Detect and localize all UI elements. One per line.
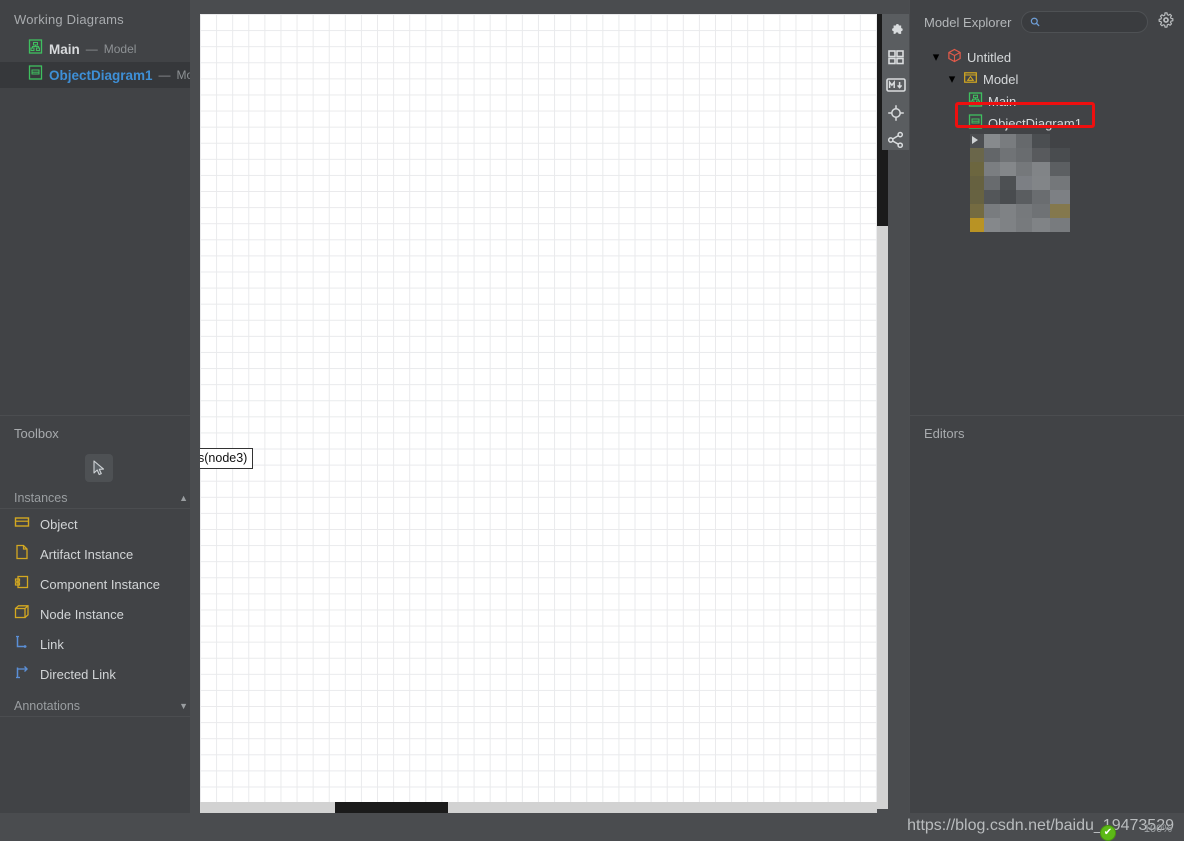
application-window: Working Diagrams Main — Model ObjectDiag… bbox=[0, 0, 1184, 841]
toolbox-section-instances[interactable]: Instances ▲ bbox=[0, 487, 200, 509]
zoom-level-label[interactable]: 100% bbox=[1144, 823, 1172, 835]
arrow-cursor-icon bbox=[93, 460, 105, 476]
editors-panel: Editors bbox=[910, 415, 1184, 785]
twisty-expanded-icon[interactable]: ▾ bbox=[930, 49, 942, 65]
diagram-canvas[interactable]: s(node3) bbox=[200, 14, 877, 809]
tree-node-model[interactable]: ▾ Model bbox=[910, 68, 1184, 90]
layout-grid-icon[interactable] bbox=[886, 48, 906, 68]
working-diagrams-title: Working Diagrams bbox=[14, 12, 124, 27]
canvas-node-label[interactable]: s(node3) bbox=[200, 448, 254, 469]
editors-title: Editors bbox=[924, 426, 965, 441]
tool-item-label: Node Instance bbox=[40, 606, 124, 622]
object-diagram-icon bbox=[28, 65, 43, 85]
working-diagram-dash: — bbox=[158, 68, 171, 82]
working-diagrams-list: Main — Model ObjectDiagram1 — Model bbox=[0, 36, 209, 88]
canvas-horizontal-scrollbar[interactable] bbox=[200, 802, 877, 813]
gear-icon[interactable] bbox=[1158, 11, 1174, 33]
diagram-editor-area: s(node3) bbox=[190, 0, 910, 813]
redacted-tree-region bbox=[970, 132, 1090, 242]
tool-item-label: Object bbox=[40, 516, 78, 532]
link-icon bbox=[14, 634, 30, 655]
working-diagram-item-objectdiagram1[interactable]: ObjectDiagram1 — Model bbox=[0, 62, 209, 88]
toolbox-panel: Toolbox Instances ▲ Object Artifact Inst… bbox=[0, 415, 200, 785]
search-input[interactable] bbox=[1045, 15, 1139, 29]
project-cube-icon bbox=[947, 48, 962, 66]
working-diagram-item-main[interactable]: Main — Model bbox=[0, 36, 200, 62]
tool-item-object[interactable]: Object bbox=[0, 509, 200, 539]
check-circle-icon: ✔ bbox=[1100, 825, 1116, 841]
model-explorer-title: Model Explorer bbox=[924, 14, 1012, 30]
status-bar: https://blog.csdn.net/baidu_19473529 ✔ 1… bbox=[0, 813, 1184, 841]
twisty-expanded-icon[interactable]: ▾ bbox=[946, 71, 958, 87]
working-diagram-name: ObjectDiagram1 bbox=[49, 67, 153, 83]
tree-node-main[interactable]: Main bbox=[910, 90, 1184, 112]
tree-node-objectdiagram1[interactable]: ObjectDiagram1 bbox=[910, 112, 1184, 134]
tool-item-artifact-instance[interactable]: Artifact Instance bbox=[0, 539, 200, 569]
tool-item-label: Link bbox=[40, 636, 64, 652]
tool-item-node-instance[interactable]: Node Instance bbox=[0, 599, 200, 629]
class-diagram-icon bbox=[968, 92, 983, 110]
model-explorer-tree: ▾ Untitled ▾ Model Main ObjectDiagram1 bbox=[910, 44, 1184, 242]
package-icon bbox=[963, 70, 978, 88]
chevron-down-icon: ▼ bbox=[179, 700, 188, 711]
target-crosshair-icon[interactable] bbox=[886, 103, 906, 123]
toolbox-section-label: Instances bbox=[14, 490, 68, 505]
chevron-up-icon: ▲ bbox=[179, 492, 188, 503]
tool-item-component-instance[interactable]: Component Instance bbox=[0, 569, 200, 599]
model-explorer-header: Model Explorer bbox=[910, 0, 1184, 44]
tool-item-link[interactable]: Link bbox=[0, 629, 200, 659]
arrow-cursor-tool-button[interactable] bbox=[85, 454, 113, 482]
tool-item-label: Artifact Instance bbox=[40, 546, 134, 562]
class-diagram-icon bbox=[28, 39, 43, 59]
tree-node-label: Model bbox=[983, 71, 1019, 87]
toolbox-section-annotations[interactable]: Annotations ▼ bbox=[0, 695, 200, 717]
tree-node-label: Untitled bbox=[967, 49, 1012, 65]
tree-node-untitled[interactable]: ▾ Untitled bbox=[910, 46, 1184, 68]
object-diagram-icon bbox=[968, 114, 983, 132]
horizontal-scrollbar-thumb[interactable] bbox=[335, 802, 448, 813]
model-explorer-search-box[interactable] bbox=[1021, 11, 1148, 33]
tree-node-label: Main bbox=[988, 93, 1017, 109]
component-icon bbox=[14, 574, 30, 595]
left-sidebar: Working Diagrams Main — Model ObjectDiag… bbox=[0, 0, 209, 813]
working-diagram-kind: Model bbox=[103, 42, 137, 56]
working-diagram-dash: — bbox=[85, 42, 98, 56]
working-diagram-name: Main bbox=[49, 41, 80, 57]
node-icon bbox=[14, 604, 30, 625]
toolbox-title: Toolbox bbox=[14, 426, 59, 441]
toolbox-section-label: Annotations bbox=[14, 698, 81, 713]
tool-item-label: Component Instance bbox=[40, 576, 160, 592]
share-nodes-icon[interactable] bbox=[886, 130, 906, 150]
watermark-text: https://blog.csdn.net/baidu_19473529 bbox=[907, 817, 1174, 834]
object-icon bbox=[14, 515, 30, 534]
tool-item-directed-link[interactable]: Directed Link bbox=[0, 659, 200, 689]
check-glyph: ✔ bbox=[1103, 827, 1113, 838]
artifact-icon bbox=[14, 544, 30, 565]
markdown-icon[interactable] bbox=[886, 75, 906, 95]
directed-link-icon bbox=[14, 664, 30, 685]
side-icon-toolbar bbox=[882, 14, 910, 150]
tool-item-label: Directed Link bbox=[40, 666, 116, 682]
search-icon bbox=[1031, 17, 1041, 27]
right-panel: Model Explorer ▾ Untitled ▾ Model Main O… bbox=[910, 0, 1184, 813]
puzzle-icon[interactable] bbox=[886, 20, 906, 40]
status-bar-left bbox=[0, 813, 910, 841]
tree-node-label: ObjectDiagram1 bbox=[988, 115, 1082, 131]
